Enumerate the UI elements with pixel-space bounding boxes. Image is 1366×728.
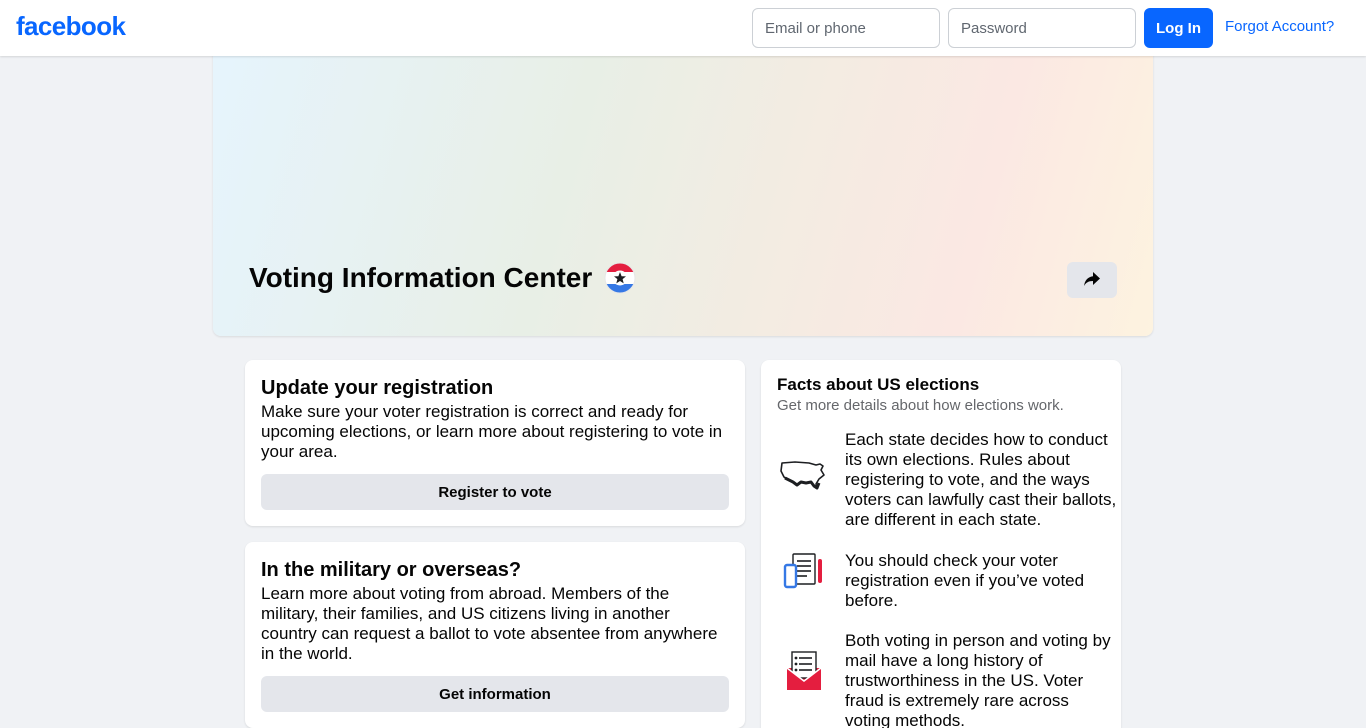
email-or-phone-input[interactable] — [752, 8, 940, 48]
hero-title-row: Voting Information Center — [249, 262, 636, 294]
get-information-button[interactable]: Get information — [261, 676, 729, 712]
page-title: Voting Information Center — [249, 262, 593, 293]
us-map-icon — [777, 447, 829, 499]
card-body: Make sure your voter registration is cor… — [261, 402, 723, 461]
facts-title: Facts about US elections — [777, 375, 980, 394]
hero-banner: Voting Information Center — [213, 40, 1153, 336]
fact-text: You should check your voter registration… — [845, 551, 1085, 610]
mail-ballot-icon — [777, 645, 829, 697]
fact-item: Each state decides how to conduct its ow… — [777, 430, 1117, 530]
facebook-logo[interactable]: facebook — [16, 11, 126, 42]
update-registration-card: Update your registration Make sure your … — [245, 360, 745, 526]
card-title: In the military or overseas? — [261, 559, 522, 581]
fact-text: Both voting in person and voting by mail… — [845, 631, 1111, 728]
login-button[interactable]: Log In — [1144, 8, 1213, 48]
phone-checklist-icon — [777, 545, 829, 597]
register-to-vote-button[interactable]: Register to vote — [261, 474, 729, 510]
card-title: Update your registration — [261, 377, 494, 399]
password-input[interactable] — [948, 8, 1136, 48]
facts-subtitle: Get more details about how elections wor… — [777, 397, 1064, 414]
top-navigation-bar: facebook Log In Forgot Account? — [0, 0, 1366, 56]
military-overseas-card: In the military or overseas? Learn more … — [245, 542, 745, 728]
facts-about-us-elections-card: Facts about US elections Get more detail… — [761, 360, 1121, 728]
fact-text: Each state decides how to conduct its ow… — [845, 430, 1117, 529]
card-body: Learn more about voting from abroad. Mem… — [261, 584, 718, 663]
fact-item: Both voting in person and voting by mail… — [777, 631, 1117, 728]
share-arrow-icon — [1083, 271, 1101, 290]
forgot-account-link[interactable]: Forgot Account? — [1225, 18, 1334, 35]
fact-item: You should check your voter registration… — [777, 551, 1117, 611]
share-button[interactable] — [1067, 262, 1117, 298]
vote-star-badge-icon — [604, 262, 636, 294]
